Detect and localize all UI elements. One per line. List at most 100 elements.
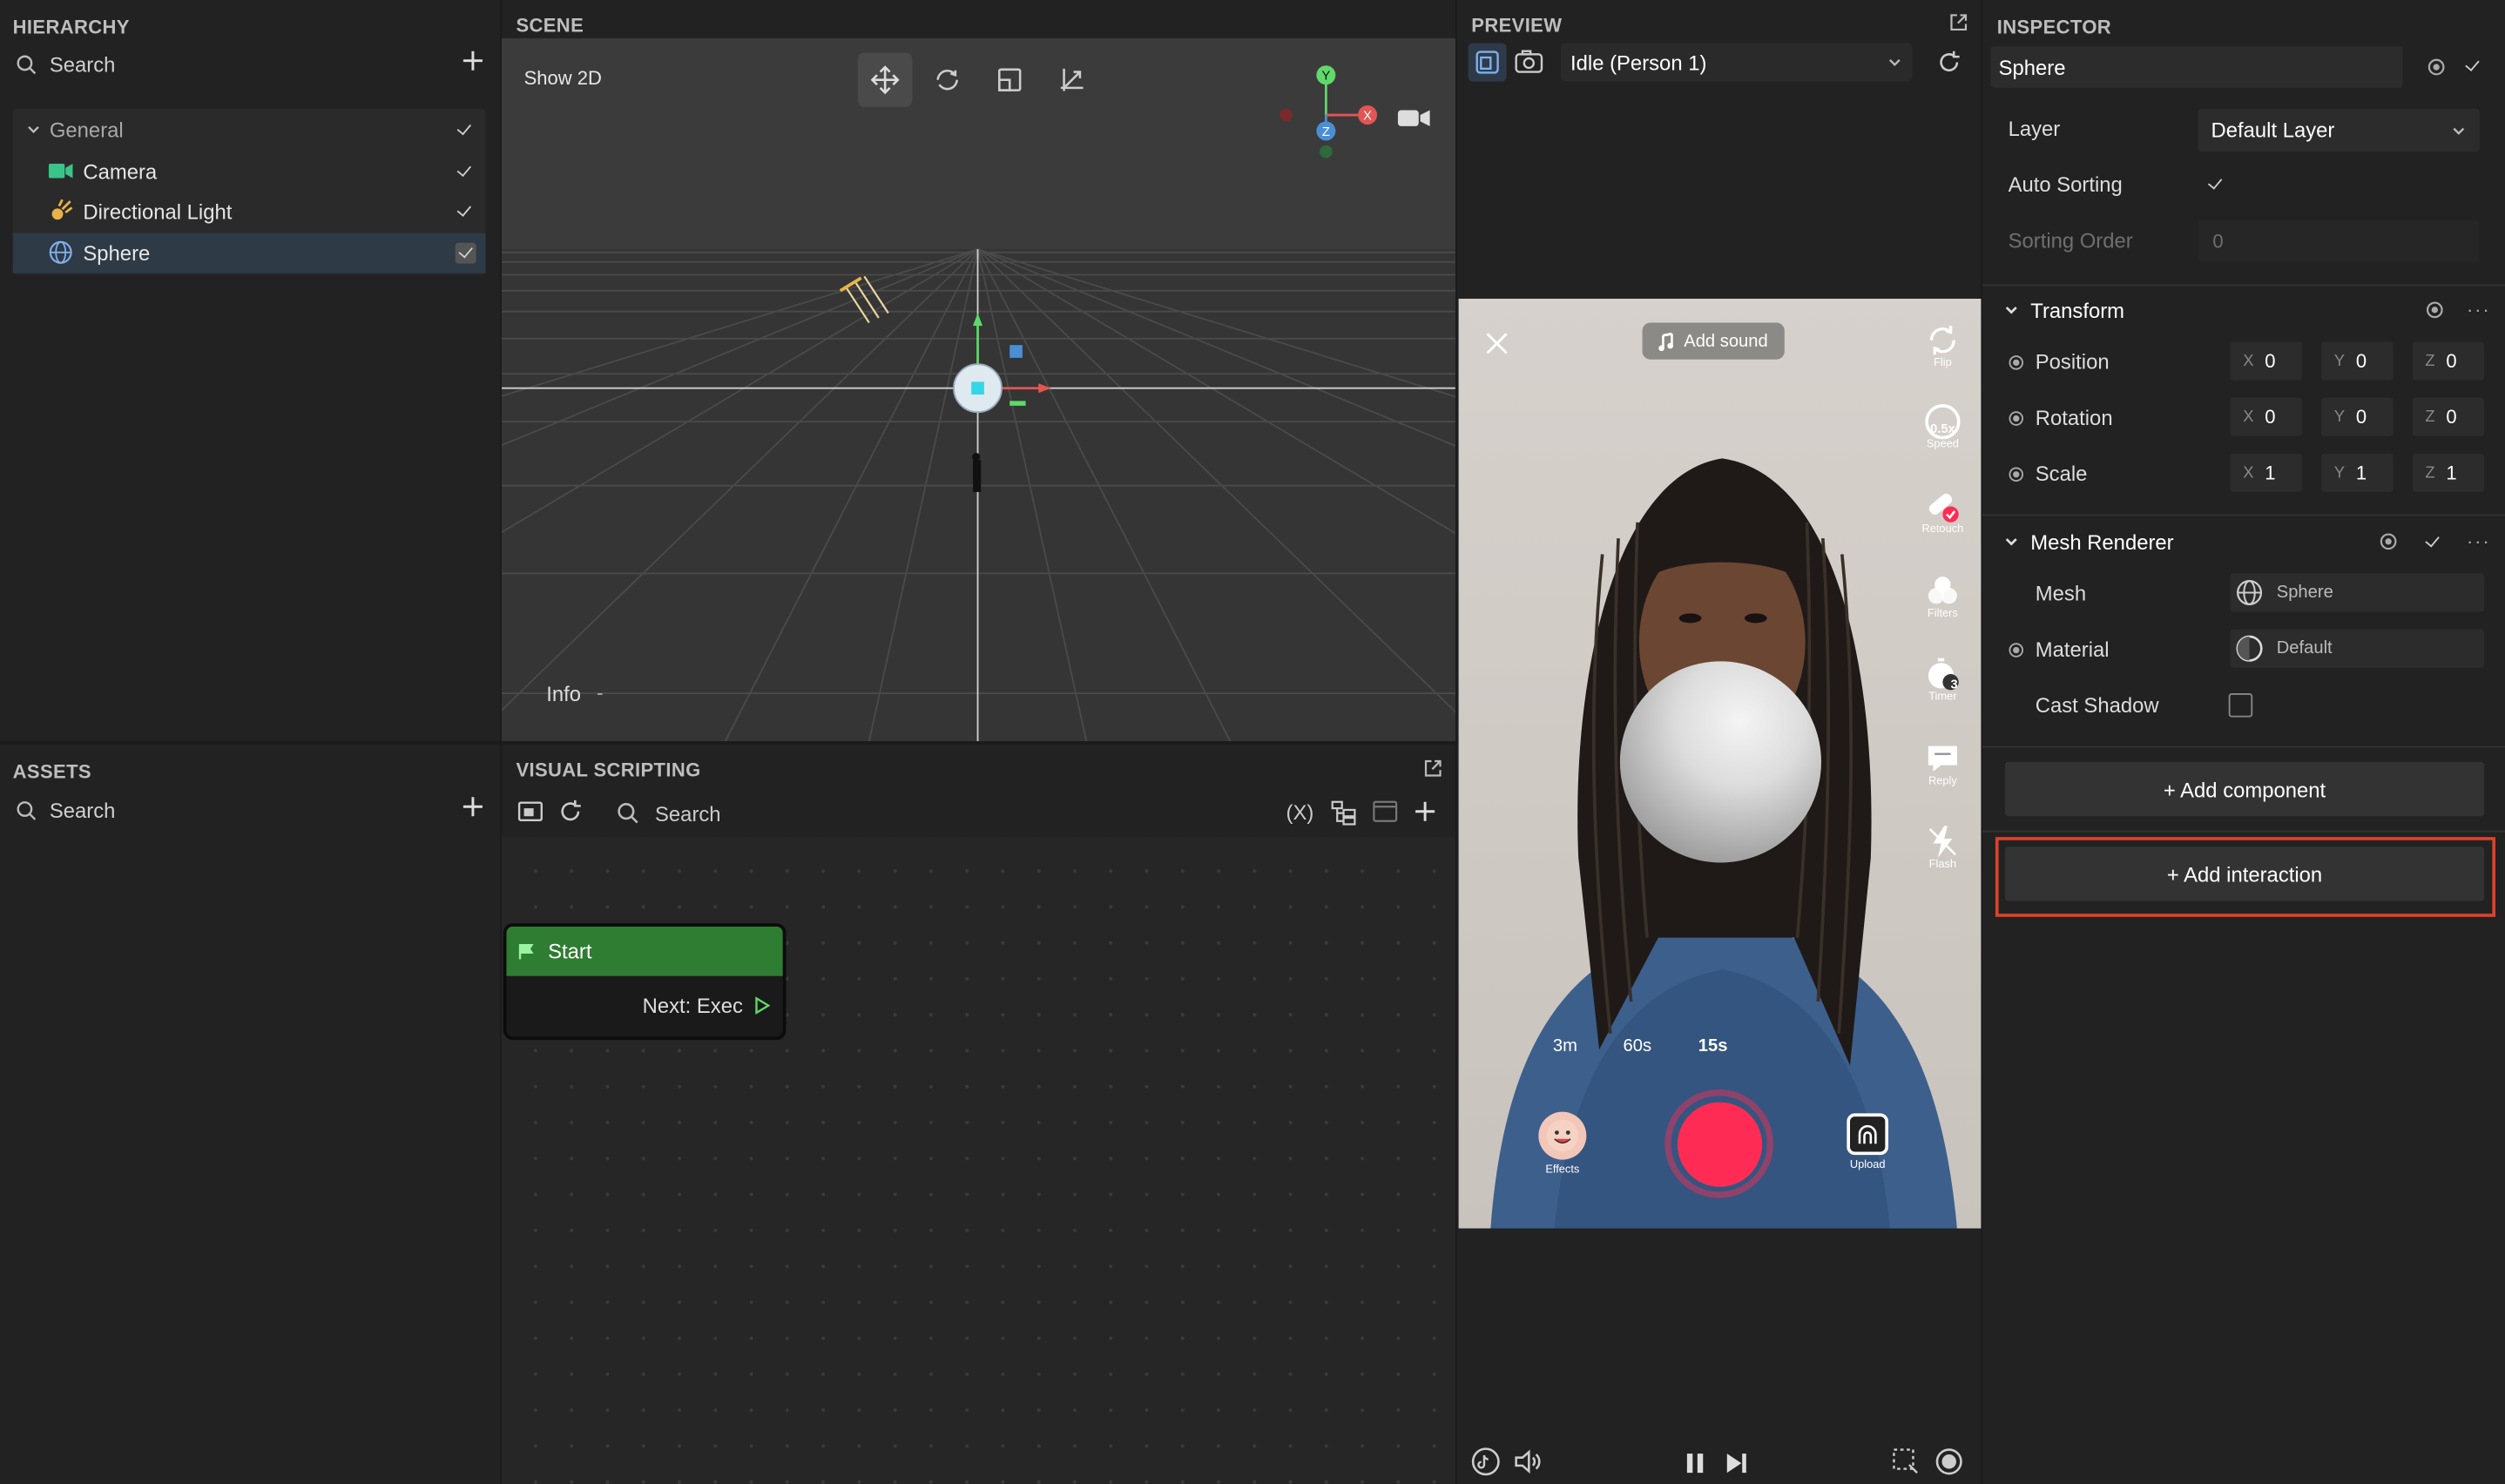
scale-tool-button[interactable] xyxy=(982,53,1036,107)
item-visible-check[interactable] xyxy=(455,241,476,263)
info-toggle[interactable]: Info xyxy=(546,682,602,706)
move-icon xyxy=(870,65,900,95)
flip-button[interactable]: Flip xyxy=(1911,323,1975,369)
z-input[interactable]: Z0 xyxy=(2412,397,2485,436)
start-node-output[interactable]: Next: Exec xyxy=(643,994,771,1017)
plus-icon xyxy=(463,797,483,817)
timer-button[interactable]: 3 Timer xyxy=(1911,657,1975,703)
filters-button[interactable]: Filters xyxy=(1911,573,1975,620)
mesh-renderer-header[interactable]: Mesh Renderer ··· xyxy=(2003,529,2490,554)
window-icon[interactable] xyxy=(1373,800,1398,823)
z-input[interactable]: Z1 xyxy=(2412,453,2485,492)
refresh-icon[interactable] xyxy=(1936,50,1961,75)
object-enabled-check[interactable] xyxy=(2463,57,2481,75)
z-input[interactable]: Z0 xyxy=(2412,341,2485,381)
hierarchy-search[interactable]: Search xyxy=(16,51,447,77)
hierarchy-item-directional-light[interactable]: Directional Light xyxy=(48,198,483,223)
add-asset-button[interactable] xyxy=(460,794,485,820)
rotate-tool-button[interactable] xyxy=(920,53,974,107)
close-icon[interactable] xyxy=(1486,333,1509,355)
tiktok-icon[interactable] xyxy=(1471,1447,1500,1476)
rect-tool-button[interactable] xyxy=(1045,53,1099,107)
chevron-down-icon xyxy=(2453,126,2465,134)
mesh-renderer-enabled-check[interactable] xyxy=(2423,533,2441,550)
scale-icon xyxy=(998,68,1022,91)
effects-button[interactable]: Effects xyxy=(1530,1111,1594,1176)
mesh-field[interactable]: Sphere xyxy=(2230,573,2485,612)
more-icon[interactable]: ··· xyxy=(2467,299,2491,321)
light-icon xyxy=(51,199,73,220)
transform-row-label: Rotation xyxy=(2035,405,2113,430)
add-component-button[interactable]: + Add component xyxy=(2004,761,2485,817)
transform-header[interactable]: Transform ··· xyxy=(2003,297,2490,322)
person-frame-icon xyxy=(1475,51,1499,74)
duration-60s[interactable]: 60s xyxy=(1624,1036,1652,1056)
preview-mode-button[interactable] xyxy=(1468,43,1507,82)
target-icon[interactable] xyxy=(2379,532,2398,551)
add-object-button[interactable] xyxy=(460,48,485,73)
pop-out-icon[interactable] xyxy=(1423,759,1442,778)
layer-dropdown[interactable]: Default Layer xyxy=(2198,108,2480,152)
x-input[interactable]: X1 xyxy=(2230,453,2303,492)
refresh-icon[interactable] xyxy=(557,799,583,824)
reply-button[interactable]: Reply xyxy=(1911,741,1975,787)
add-interaction-button[interactable]: + Add interaction xyxy=(2004,847,2485,901)
hierarchy-item-label: Directional Light xyxy=(83,199,233,223)
upload-button[interactable]: Upload xyxy=(1835,1113,1899,1170)
selection-capture-icon[interactable] xyxy=(1892,1447,1921,1476)
layer-label: Layer xyxy=(2008,116,2061,141)
record-screen-icon[interactable] xyxy=(1934,1447,1963,1476)
flash-button[interactable]: Flash xyxy=(1911,824,1975,871)
scene-camera-icon[interactable] xyxy=(1396,105,1431,131)
chevron-down-icon xyxy=(2005,538,2017,546)
group-visible-check[interactable] xyxy=(456,120,473,138)
exec-port-icon[interactable] xyxy=(754,996,771,1015)
snapshot-camera-icon[interactable] xyxy=(1515,50,1543,75)
scene-viewport[interactable]: Show 2D Y X Z Info xyxy=(501,38,1455,742)
y-input[interactable]: Y1 xyxy=(2321,453,2394,492)
record-button[interactable] xyxy=(1664,1089,1773,1198)
x-input[interactable]: X0 xyxy=(2230,341,2303,381)
scene-title: SCENE xyxy=(516,14,584,37)
phone-preview[interactable]: Add sound Flip 0.5x Speed Retouch Filter… xyxy=(1458,298,1982,1229)
more-icon[interactable]: ··· xyxy=(2467,530,2491,553)
item-visible-check[interactable] xyxy=(456,202,473,219)
duration-15s[interactable]: 15s xyxy=(1698,1036,1728,1056)
preview-person-dropdown[interactable]: Idle (Person 1) xyxy=(1561,43,1913,82)
auto-sorting-check[interactable] xyxy=(2206,176,2224,193)
pause-icon[interactable] xyxy=(1684,1452,1706,1474)
variables-button[interactable]: (X) xyxy=(1286,800,1314,825)
axis-value: 0 xyxy=(2265,405,2276,428)
cast-shadow-checkbox[interactable] xyxy=(2228,693,2253,718)
add-node-icon[interactable] xyxy=(1412,799,1437,824)
script-search[interactable]: Search xyxy=(617,800,936,826)
object-name-field[interactable]: Sphere xyxy=(1990,46,2403,88)
inspector-panel: INSPECTOR Sphere Layer Default Layer Aut… xyxy=(1982,0,2505,1484)
volume-icon[interactable] xyxy=(1513,1449,1542,1474)
add-sound-button[interactable]: Add sound xyxy=(1642,322,1785,360)
panel-icon[interactable] xyxy=(517,800,543,823)
hierarchy-item-camera[interactable]: Camera xyxy=(48,159,483,184)
axis-gizmo[interactable]: Y X Z xyxy=(1273,61,1385,166)
hierarchy-item-sphere[interactable]: Sphere xyxy=(48,239,483,265)
duration-3m[interactable]: 3m xyxy=(1553,1036,1577,1056)
hierarchy-tree-icon[interactable] xyxy=(1331,800,1356,826)
group-general[interactable]: General xyxy=(25,117,483,142)
move-tool-button[interactable] xyxy=(857,52,913,107)
speed-button[interactable]: 0.5x Speed xyxy=(1911,404,1975,450)
assets-search[interactable]: Search xyxy=(16,797,447,822)
step-forward-icon[interactable] xyxy=(1725,1452,1748,1474)
material-field[interactable]: Default xyxy=(2230,629,2485,668)
target-icon[interactable] xyxy=(2425,300,2444,320)
y-input[interactable]: Y0 xyxy=(2321,397,2394,436)
start-node[interactable]: Start Next: Exec xyxy=(503,923,787,1041)
divider xyxy=(1982,514,2505,516)
x-input[interactable]: X0 xyxy=(2230,397,2303,436)
target-icon[interactable] xyxy=(2427,57,2446,77)
y-input[interactable]: Y0 xyxy=(2321,341,2394,381)
item-visible-check[interactable] xyxy=(456,162,473,179)
retouch-button[interactable]: Retouch xyxy=(1911,489,1975,535)
upload-label: Upload xyxy=(1849,1159,1886,1171)
show-2d-toggle[interactable]: Show 2D xyxy=(524,67,602,90)
pop-out-icon[interactable] xyxy=(1949,13,1968,32)
